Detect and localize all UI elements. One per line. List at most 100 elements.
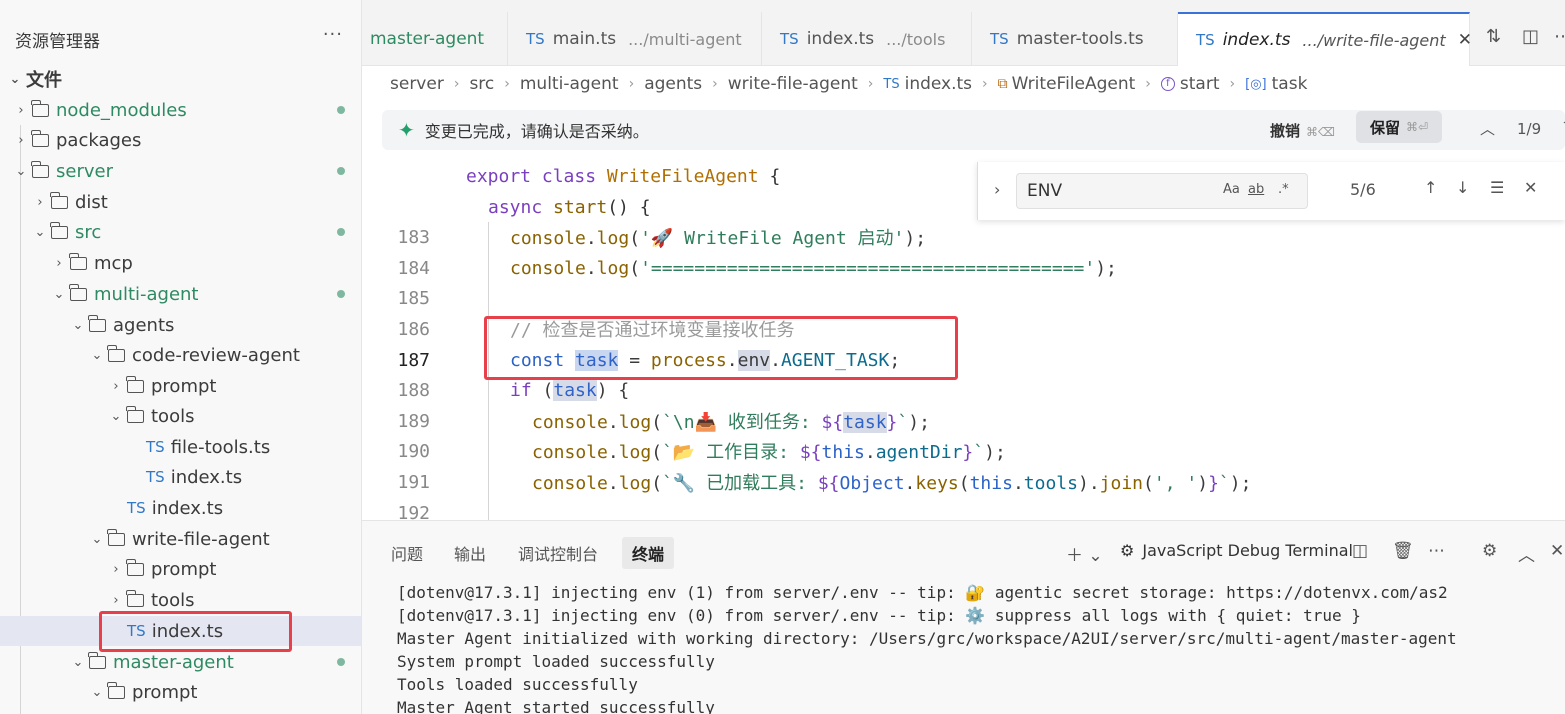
regex-toggle[interactable]: .* — [1278, 182, 1289, 197]
code-text: console.log('===========================… — [510, 257, 1117, 279]
line-number: 187 — [397, 349, 430, 371]
code-line-192[interactable]: 192 — [362, 498, 1565, 521]
more-actions-icon[interactable]: ⋯ — [1554, 26, 1565, 47]
compare-changes-icon[interactable]: ⇅ — [1486, 26, 1501, 47]
tree-item-master-prompt[interactable]: ⌄ prompt — [0, 677, 361, 707]
arrow-down-icon[interactable]: ↓ — [1456, 178, 1469, 197]
breadcrumb-item[interactable]: server — [390, 74, 444, 94]
breadcrumb-item[interactable]: write-file-agent — [728, 74, 858, 94]
chevron-right-icon: › — [628, 76, 635, 92]
tab-write-file-agent-index-ts[interactable]: TS index.ts .../write-file-agent ✕ — [1178, 12, 1472, 66]
tab-master-tools-ts[interactable]: TS master-tools.ts — [972, 12, 1178, 66]
breadcrumb-item[interactable]: start — [1180, 74, 1220, 94]
breadcrumb-item[interactable]: task — [1272, 74, 1308, 94]
class-symbol-icon: ⧉ — [997, 76, 1008, 92]
find-match-count: 5/6 — [1350, 180, 1376, 199]
breadcrumb-item[interactable]: WriteFileAgent — [1012, 74, 1136, 94]
breadcrumb-item[interactable]: multi-agent — [520, 74, 619, 94]
breadcrumb-item[interactable]: agents — [644, 74, 702, 94]
tab-master-agent[interactable]: master-agent — [362, 12, 508, 66]
tree-item-write-file-agent[interactable]: ⌄ write-file-agent — [0, 524, 361, 554]
tree-root-files[interactable]: ⌄ 文件 — [0, 64, 361, 94]
match-case-toggle[interactable]: Aa — [1223, 182, 1240, 197]
whole-word-toggle[interactable]: ab — [1248, 182, 1264, 197]
folder-open-icon — [107, 528, 125, 546]
tab-path: .../multi-agent — [628, 29, 742, 49]
tree-label: index.ts — [170, 466, 243, 488]
tree-item-server[interactable]: ⌄ server — [0, 156, 361, 186]
close-icon[interactable]: ✕ — [1524, 178, 1537, 197]
tree-item-tools[interactable]: ⌄ tools — [0, 401, 361, 431]
chevron-right-icon[interactable]: › — [994, 180, 1000, 199]
tree-label: node_modules — [56, 99, 187, 121]
close-icon[interactable]: ✕ — [1550, 541, 1564, 561]
find-widget: › ENV Aa ab .* 5/6 ↑ ↓ ☰ ✕ — [977, 162, 1565, 220]
tree-item-dist[interactable]: › dist — [0, 187, 361, 217]
undo-button[interactable]: 撤销 ⌘⌫ — [1270, 120, 1335, 141]
tree-label: prompt — [151, 558, 217, 580]
code-text: console.log(`🔧 已加载工具: ${Object.keys(this… — [532, 473, 1252, 494]
tree-label: master-agent — [113, 651, 234, 673]
tab-problems[interactable]: 问题 — [391, 541, 423, 565]
line-number: 192 — [397, 502, 430, 521]
tab-label: index.ts — [1222, 30, 1291, 50]
tab-output[interactable]: 输出 — [454, 541, 486, 565]
explorer-sidebar: 资源管理器 ··· ⌄ 文件 › node_modules › packages… — [0, 0, 362, 714]
folder-open-icon — [107, 344, 125, 362]
code-line-185[interactable]: 185 — [362, 283, 1565, 313]
plus-icon[interactable]: ＋ ⌄ — [1066, 541, 1103, 566]
code-editor[interactable]: ✦ 变更已完成，请确认是否采纳。 撤销 ⌘⌫ 保留 ⌘⏎ ︿ 1/9 ﹀ expor… — [362, 102, 1565, 520]
more-actions-icon[interactable]: ··· — [323, 24, 343, 45]
close-icon[interactable]: ✕ — [1458, 30, 1472, 50]
arrow-up-icon[interactable]: ↑ — [1424, 178, 1437, 197]
folder-open-icon — [88, 651, 106, 669]
tree-item-packages[interactable]: › packages — [0, 125, 361, 155]
method-symbol-icon: f — [1160, 77, 1175, 91]
status-dot — [337, 658, 345, 666]
breadcrumb-item[interactable]: src — [469, 74, 494, 94]
settings-icon[interactable]: ⚙ — [1482, 541, 1497, 561]
tree-item-node-modules[interactable]: › node_modules — [0, 95, 361, 125]
tree-item-src[interactable]: ⌄ src — [0, 217, 361, 247]
code-line-190[interactable]: 190 console.log(`📂 工作目录: ${this.agentDir… — [362, 436, 1565, 466]
tree-item-agents[interactable]: ⌄ agents — [0, 310, 361, 340]
find-in-selection-icon[interactable]: ☰ — [1490, 178, 1504, 197]
terminal-selector[interactable]: ⚙ JavaScript Debug Terminal — [1120, 541, 1353, 560]
chevron-up-icon[interactable]: ︿ — [1518, 541, 1535, 566]
keep-button[interactable]: 保留 ⌘⏎ — [1356, 111, 1442, 143]
tree-item-code-review-index-ts[interactable]: TS index.ts — [0, 493, 361, 523]
breadcrumb-item[interactable]: index.ts — [905, 74, 972, 94]
line-number: 188 — [397, 379, 430, 401]
tree-item-mcp[interactable]: › mcp — [0, 248, 361, 278]
tab-tools-index-ts[interactable]: TS index.ts .../tools — [762, 12, 972, 66]
split-terminal-icon[interactable]: ◫ — [1352, 541, 1368, 561]
tree-label: server — [56, 160, 113, 182]
folder-open-icon — [88, 314, 106, 332]
split-editor-icon[interactable]: ◫ — [1522, 26, 1539, 47]
code-line-183[interactable]: 183 console.log('🚀 WriteFile Agent 启动'); — [362, 222, 1565, 252]
code-line-189[interactable]: 189 console.log(`\n📥 收到任务: ${task}`); — [362, 406, 1565, 436]
chevron-right-icon: › — [982, 76, 988, 92]
chevron-right-icon: › — [1145, 76, 1151, 92]
tree-label: code-review-agent — [132, 344, 300, 366]
trash-icon[interactable]: 🗑 — [1392, 541, 1414, 561]
tree-item-tools-index-ts[interactable]: TS index.ts — [0, 462, 361, 492]
tree-item-prompt[interactable]: › prompt — [0, 371, 361, 401]
tab-debug-console[interactable]: 调试控制台 — [518, 541, 598, 565]
status-dot — [337, 167, 345, 175]
code-line-191[interactable]: 191 console.log(`🔧 已加载工具: ${Object.keys(… — [362, 467, 1565, 497]
chevron-up-icon[interactable]: ︿ — [1480, 118, 1495, 139]
tree-item-code-review-agent[interactable]: ⌄ code-review-agent — [0, 340, 361, 370]
line-number: 191 — [397, 471, 430, 493]
tree-label: prompt — [151, 375, 217, 397]
tree-item-multi-agent[interactable]: ⌄ multi-agent — [0, 279, 361, 309]
status-dot — [337, 290, 345, 298]
chevron-down-icon: ⌄ — [72, 317, 84, 333]
tree-item-wfa-prompt[interactable]: › prompt — [0, 554, 361, 584]
variable-symbol-icon: [◎] — [1245, 76, 1267, 92]
code-line-184[interactable]: 184 console.log('=======================… — [362, 253, 1565, 283]
tab-main-ts[interactable]: TS main.ts .../multi-agent — [508, 12, 762, 66]
tree-item-file-tools-ts[interactable]: TS file-tools.ts — [0, 432, 361, 462]
more-actions-icon[interactable]: ⋯ — [1428, 541, 1445, 561]
tab-terminal[interactable]: 终端 — [622, 537, 675, 569]
